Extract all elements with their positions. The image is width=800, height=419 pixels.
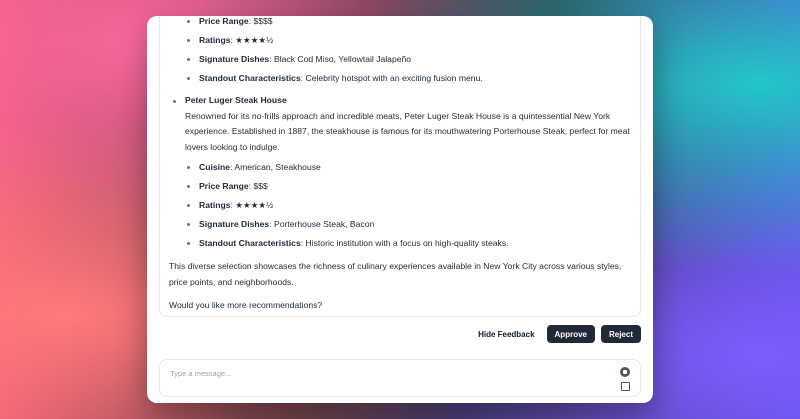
hide-feedback-button[interactable]: Hide Feedback: [472, 326, 540, 343]
detail-price-range: Price Range: $$$$: [187, 16, 631, 31]
reject-button[interactable]: Reject: [600, 325, 641, 343]
message-composer: [159, 359, 641, 397]
detail-standout: Standout Characteristics: Historic insti…: [187, 234, 631, 253]
detail-ratings: Ratings: ★★★★½: [187, 31, 631, 50]
second-restaurant-details: Cuisine: American, Steakhouse Price Rang…: [185, 158, 631, 253]
send-icon[interactable]: [620, 367, 630, 377]
closing-text: This diverse selection showcases the ric…: [169, 261, 622, 287]
approve-button[interactable]: Approve: [546, 325, 595, 343]
feedback-actions: Hide Feedback Approve Reject: [472, 325, 641, 343]
chat-panel: Price Range: $$$$ Ratings: ★★★★½ Signatu…: [147, 16, 653, 403]
restaurant-peter-luger: Peter Luger Steak House Renowned for its…: [169, 93, 631, 253]
detail-price-range: Price Range: $$$: [187, 177, 631, 196]
message-input[interactable]: [168, 368, 592, 379]
message-content: Price Range: $$$$ Ratings: ★★★★½ Signatu…: [169, 16, 631, 314]
follow-up-question: Would you like more recommendations?: [169, 300, 323, 310]
option-checkbox[interactable]: [621, 382, 630, 391]
detail-cuisine: Cuisine: American, Steakhouse: [187, 158, 631, 177]
detail-signature-dishes: Signature Dishes: Porterhouse Steak, Bac…: [187, 215, 631, 234]
detail-ratings: Ratings: ★★★★½: [187, 196, 631, 215]
restaurant-description: Renowned for its no-frills approach and …: [185, 110, 630, 152]
restaurant-name: Peter Luger Steak House: [185, 95, 287, 105]
detail-standout: Standout Characteristics: Celebrity hots…: [187, 69, 631, 88]
first-restaurant-details: Price Range: $$$$ Ratings: ★★★★½ Signatu…: [169, 16, 631, 88]
detail-signature-dishes: Signature Dishes: Black Cod Miso, Yellow…: [187, 50, 631, 69]
assistant-message-card: Price Range: $$$$ Ratings: ★★★★½ Signatu…: [159, 16, 641, 317]
